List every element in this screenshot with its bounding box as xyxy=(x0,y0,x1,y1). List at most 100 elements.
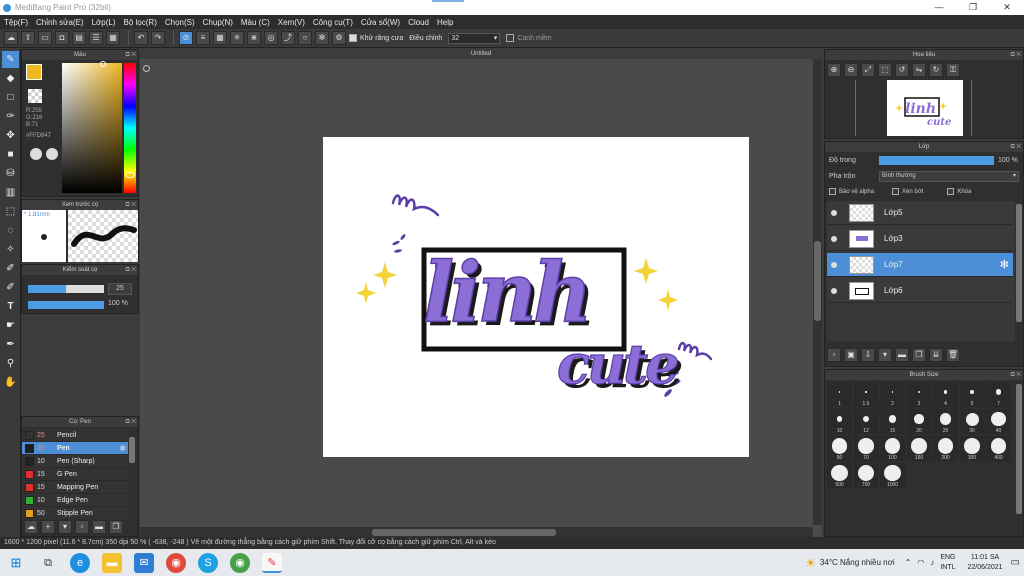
language-indicator[interactable]: ENG INTL xyxy=(940,553,955,573)
menu-filter[interactable]: Bộ lọc(R) xyxy=(124,18,157,27)
brush-size-cell[interactable]: 400 xyxy=(986,436,1011,461)
brush-opacity-slider[interactable] xyxy=(28,301,104,309)
hand-tool-icon[interactable]: ✋ xyxy=(2,374,19,391)
saturation-picker[interactable] xyxy=(62,63,122,193)
blend-select[interactable]: Bình thường ▾ xyxy=(879,171,1019,182)
menu-view[interactable]: Xem(V) xyxy=(278,18,305,27)
close-button[interactable]: ✕ xyxy=(990,0,1024,15)
brush-size-scrollbar[interactable] xyxy=(1016,384,1022,514)
chat-icon[interactable]: ◘ xyxy=(55,31,69,45)
brush-size-cell[interactable]: 5 xyxy=(959,382,985,407)
new-brush-icon[interactable]: ▫ xyxy=(75,520,89,534)
brush-item-pen-sharp[interactable]: 10 Pen (Sharp) xyxy=(22,455,128,468)
weather-icon[interactable]: ☀ xyxy=(805,556,816,570)
brush-size-cell[interactable]: 100 xyxy=(880,436,905,461)
layer-item[interactable]: Lớp3 xyxy=(827,227,1013,251)
flip-icon[interactable]: ⇋ xyxy=(912,63,926,77)
brush-item-g-pen[interactable]: 15 G Pen xyxy=(22,468,128,481)
layer-item-selected[interactable]: Lớp7 ✻ xyxy=(827,253,1013,277)
foreground-color[interactable] xyxy=(26,64,42,80)
clipping-checkbox[interactable] xyxy=(892,188,900,195)
wifi-icon[interactable]: ◠ xyxy=(917,558,924,567)
file-explorer-icon[interactable]: ▬ xyxy=(102,552,122,573)
palette-add-icon[interactable] xyxy=(46,148,58,160)
rotate-icon[interactable] xyxy=(143,65,150,72)
curve-ruler-icon[interactable]: ⤴ xyxy=(281,31,295,45)
menu-file[interactable]: Tệp(F) xyxy=(4,18,28,27)
duplicate-layer-icon[interactable]: ❐ xyxy=(912,348,926,362)
layers-scrollbar[interactable] xyxy=(1016,204,1022,322)
delete-layer-icon[interactable]: 🗑 xyxy=(946,348,960,362)
duplicate-icon[interactable]: ❐ xyxy=(109,520,123,534)
zoom-out-icon[interactable]: ⊖ xyxy=(844,63,858,77)
menu-cloud[interactable]: Cloud xyxy=(408,18,429,27)
cloud-brush-icon[interactable]: ☁ xyxy=(24,520,38,534)
select-eraser-tool-icon[interactable]: ✐ xyxy=(2,279,19,296)
chrome-icon[interactable]: ◉ xyxy=(166,552,186,573)
radial-ruler-icon[interactable]: ✳ xyxy=(230,31,244,45)
layer-folder-icon[interactable]: ▬ xyxy=(895,348,909,362)
folder-icon[interactable]: ▬ xyxy=(92,520,106,534)
volume-icon[interactable]: ♪ xyxy=(930,558,934,567)
brush-item-stipple-pen[interactable]: 50 Stipple Pen xyxy=(22,507,128,519)
navigator-thumbnail[interactable]: linh cute xyxy=(887,80,963,136)
gear-icon[interactable]: ✻ xyxy=(315,31,329,45)
tray-up-icon[interactable]: ⌃ xyxy=(905,558,912,567)
brush-size-cell[interactable]: 30 xyxy=(959,409,985,434)
transparent-color[interactable] xyxy=(28,89,42,103)
redo-icon[interactable]: ↷ xyxy=(151,31,165,45)
brush-size-cell[interactable]: 500 xyxy=(827,463,852,488)
move-tool-icon[interactable]: ✥ xyxy=(2,127,19,144)
brush-size-cell[interactable]: 7 xyxy=(986,382,1011,407)
symmetry-icon[interactable]: ⚙ xyxy=(332,31,346,45)
menu-window[interactable]: Cửa sổ(W) xyxy=(361,18,400,27)
minimize-button[interactable]: — xyxy=(922,0,956,15)
hue-handle[interactable] xyxy=(125,172,135,178)
layer-opacity-slider[interactable] xyxy=(879,156,994,165)
eye-icon[interactable] xyxy=(831,262,837,268)
text-tool-icon[interactable]: T xyxy=(2,298,19,315)
comment-icon[interactable]: ▭ xyxy=(38,31,52,45)
menu-help[interactable]: Help xyxy=(437,18,453,27)
layer-item[interactable]: Lớp5 xyxy=(827,201,1013,225)
import-layer-icon[interactable]: ⇩ xyxy=(861,348,875,362)
eraser-tool-icon[interactable]: ◆ xyxy=(2,70,19,87)
list-icon[interactable]: ☰ xyxy=(89,31,103,45)
select-pen-tool-icon[interactable]: ✐ xyxy=(2,260,19,277)
brush-size-cell[interactable]: 40 xyxy=(986,409,1011,434)
page-icon[interactable]: ▤ xyxy=(72,31,86,45)
weather-text[interactable]: 34°C Nắng nhiều nơi xyxy=(820,558,895,567)
grid-ruler-icon[interactable]: ▦ xyxy=(213,31,227,45)
brush-size-cell[interactable]: 4 xyxy=(933,382,958,407)
brush-size-cell[interactable]: 70 xyxy=(853,436,879,461)
clock[interactable]: 11:01 SA 22/06/2021 xyxy=(968,553,1003,573)
brush-size-cell[interactable]: 15 xyxy=(880,409,905,434)
gradient-tool-icon[interactable]: ▥ xyxy=(2,184,19,201)
eye-icon[interactable] xyxy=(831,288,837,294)
add-brush-icon[interactable]: + xyxy=(41,520,55,534)
gear-icon[interactable]: ✻ xyxy=(119,444,126,453)
brush-item-mapping-pen[interactable]: 15 Mapping Pen xyxy=(22,481,128,494)
brush-size-cell[interactable]: 3 xyxy=(906,382,932,407)
operation-tool-icon[interactable]: ☛ xyxy=(2,317,19,334)
brush-size-cell[interactable]: 25 xyxy=(933,409,958,434)
layer-item[interactable]: Lớp6 xyxy=(827,279,1013,303)
vertical-scrollbar[interactable] xyxy=(813,59,822,525)
brush-item-edge-pen[interactable]: 10 Edge Pen xyxy=(22,494,128,507)
brush-size-cell[interactable]: 1.5 xyxy=(853,382,879,407)
task-view-icon[interactable]: ⧉ xyxy=(38,553,58,573)
rotate-right-icon[interactable]: ↻ xyxy=(929,63,943,77)
zoom-in-icon[interactable]: ⊕ xyxy=(827,63,841,77)
parallel-ruler-icon[interactable]: ≡ xyxy=(196,31,210,45)
menu-color[interactable]: Màu (C) xyxy=(241,18,270,27)
eye-icon[interactable] xyxy=(831,210,837,216)
eyedropper-tool-icon[interactable]: ⚲ xyxy=(2,355,19,372)
brush-size-cell[interactable]: 300 xyxy=(959,436,985,461)
layer-menu-icon[interactable]: ▾ xyxy=(878,348,892,362)
new-halftone-layer-icon[interactable]: ▣ xyxy=(844,348,858,362)
brush-size-cell[interactable]: 10 xyxy=(827,409,852,434)
adjust-select[interactable]: 32 xyxy=(448,32,501,44)
skype-icon[interactable]: S xyxy=(198,552,218,573)
menu-tools[interactable]: Công cụ(T) xyxy=(313,18,353,27)
export-icon[interactable]: ⇪ xyxy=(21,31,35,45)
